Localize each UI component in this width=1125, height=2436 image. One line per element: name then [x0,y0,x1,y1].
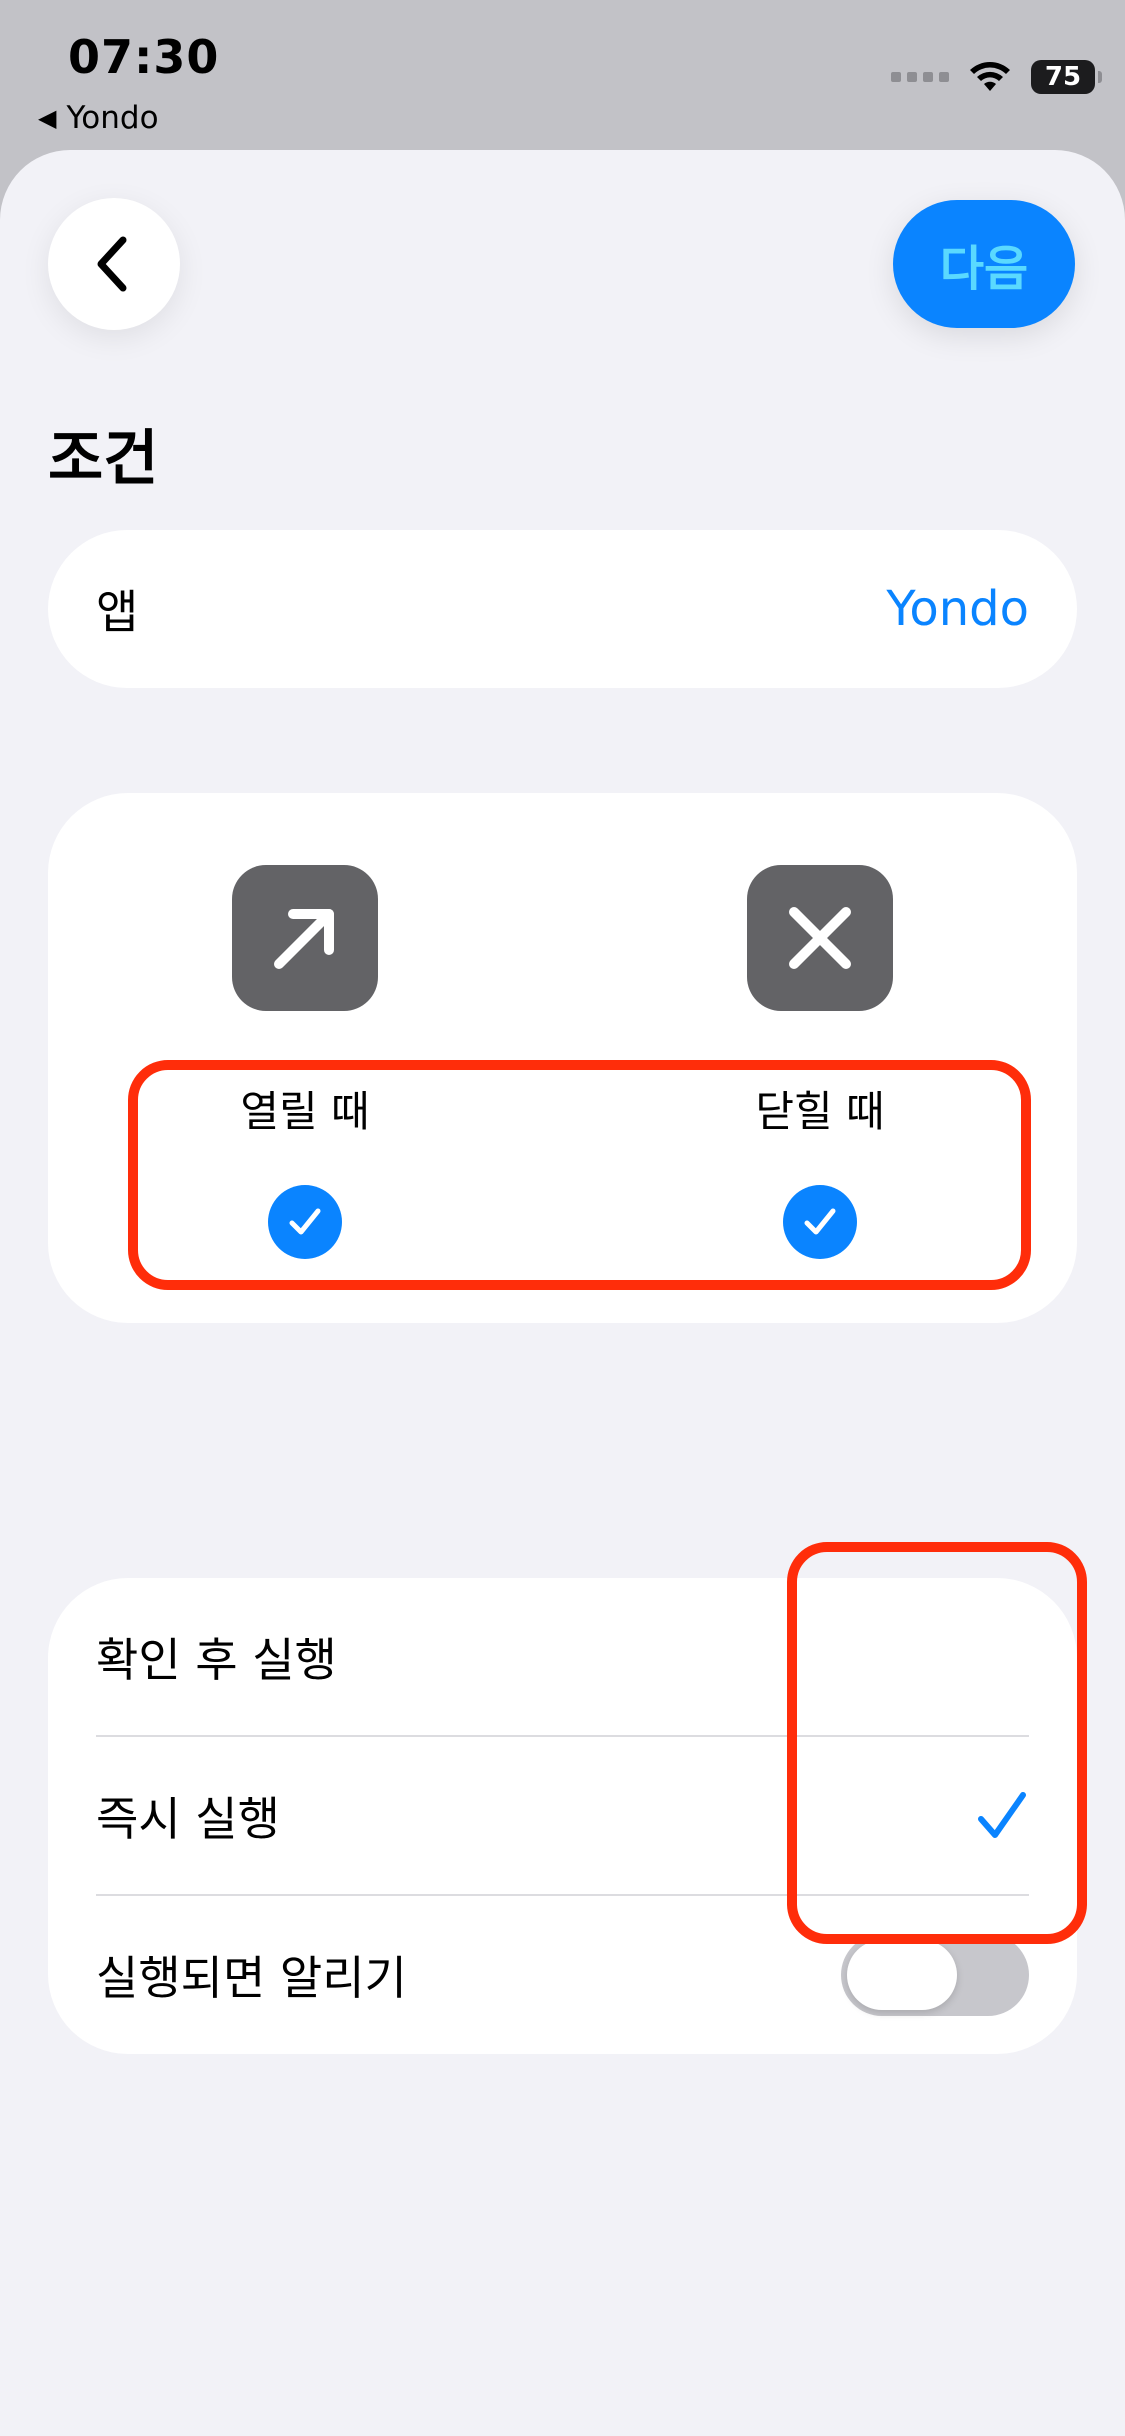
toggle-knob [847,1940,957,2010]
option-instant-run-label: 즉시 실행 [96,1792,280,1846]
notify-toggle[interactable] [841,1934,1029,2016]
status-time: 07:30 [68,30,220,84]
battery-icon: 75 [1031,60,1102,94]
trigger-close-checkbox[interactable] [783,1185,857,1259]
back-triangle-icon: ◀ [38,104,57,132]
status-bar: 07:30 ◀ Yondo 75 [0,0,1125,150]
condition-sheet: 다음 조건 앱 Yondo 열릴 때 닫힐 때 확인 후 실행 즉시 실행 실행… [0,150,1125,2436]
option-confirm-run[interactable]: 확인 후 실행 [96,1578,1077,1736]
page-title: 조건 [48,424,159,494]
option-instant-run[interactable]: 즉시 실행 [96,1737,1077,1895]
app-row-label: 앱 [96,585,139,639]
cellular-signal-icon [891,72,949,82]
checkmark-icon [289,1208,321,1235]
trigger-close-label: 닫힐 때 [755,1087,885,1136]
trigger-open-label: 열릴 때 [240,1087,370,1136]
trigger-card: 열릴 때 닫힐 때 [48,793,1077,1323]
status-back-to-app[interactable]: ◀ Yondo [38,100,159,136]
app-row-value: Yondo [886,581,1029,637]
wifi-icon [970,62,1010,91]
app-row[interactable]: 앱 Yondo [48,530,1077,688]
chevron-left-icon [97,236,127,292]
selected-checkmark-icon [978,1792,1026,1838]
option-notify-on-run-label: 실행되면 알리기 [96,1951,407,2005]
trigger-open-checkbox[interactable] [268,1185,342,1259]
checkmark-icon [804,1208,836,1235]
status-indicators: 75 [891,60,1102,94]
arrow-up-right-icon[interactable] [232,865,378,1011]
option-notify-on-run: 실행되면 알리기 [96,1896,1077,2054]
close-icon[interactable] [747,865,893,1011]
next-button[interactable]: 다음 [893,200,1075,328]
battery-level: 75 [1044,62,1082,92]
option-confirm-run-label: 확인 후 실행 [96,1633,337,1687]
back-button[interactable] [48,198,180,330]
run-options-card: 확인 후 실행 즉시 실행 실행되면 알리기 [48,1578,1077,2054]
status-back-app-label: Yondo [66,100,159,136]
